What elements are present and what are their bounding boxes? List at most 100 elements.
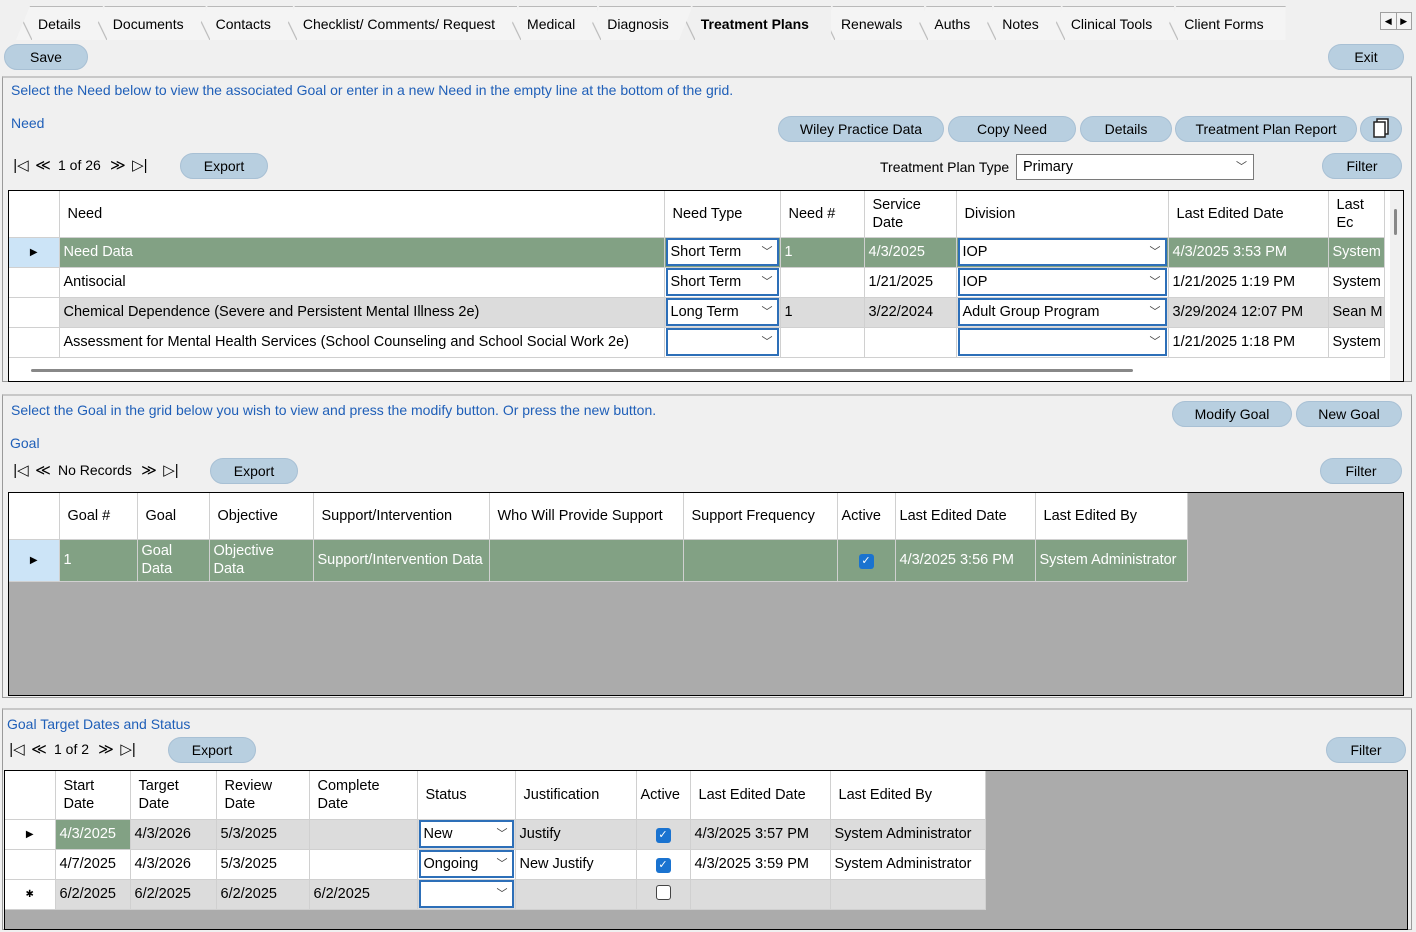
save-button[interactable]: Save [4,44,88,70]
col-last-edited-by[interactable]: Last Ec [1328,191,1385,238]
active-cell[interactable]: ✓ [636,849,691,880]
need-num-cell[interactable] [780,267,865,298]
chevron-down-icon[interactable]: ﹀ [762,330,773,354]
need-cell[interactable]: Need Data [59,237,665,268]
start-date-cell[interactable]: 6/2/2025 [55,879,131,910]
complete-date-cell[interactable] [309,849,418,880]
treatment-plan-report-button[interactable]: Treatment Plan Report [1175,116,1357,142]
col-start-date[interactable]: Start Date [55,771,131,820]
chevron-down-icon[interactable]: ﹀ [1150,330,1161,354]
exit-button[interactable]: Exit [1328,44,1404,70]
need-export-button[interactable]: Export [180,153,268,179]
tab-treatment-plans[interactable]: Treatment Plans [678,6,831,40]
col-review-date[interactable]: Review Date [216,771,310,820]
goal-num-cell[interactable]: 1 [59,539,138,582]
service-date-cell[interactable]: 3/22/2024 [864,297,957,328]
new-goal-button[interactable]: New Goal [1296,401,1402,427]
target-date-cell[interactable]: 4/3/2026 [130,849,217,880]
horizontal-scroll-thumb[interactable] [31,369,1133,372]
division-cell[interactable]: IOP ﹀ [956,267,1169,298]
chevron-down-icon[interactable]: ﹀ [762,300,773,324]
start-date-cell[interactable]: 4/7/2025 [55,849,131,880]
need-cell[interactable]: Antisocial [59,267,665,298]
need-num-cell[interactable]: 1 [780,237,865,268]
col-status[interactable]: Status [417,771,516,820]
table-row[interactable]: ▶ 4/3/2025 4/3/2026 5/3/2025 New ﹀ Justif… [5,819,986,850]
last-page-icon[interactable]: ▷| [160,461,182,479]
last-page-icon[interactable]: ▷| [129,156,151,174]
active-checkbox[interactable]: ✓ [655,857,671,873]
table-row[interactable]: Chemical Dependence (Severe and Persiste… [9,297,1385,328]
tab-clinical-tools[interactable]: Clinical Tools [1048,6,1175,40]
tab-scroll-right-icon[interactable]: ▶ [1397,13,1412,29]
col-need-type[interactable]: Need Type [664,191,781,238]
active-checkbox[interactable] [655,884,671,900]
table-row[interactable]: Antisocial Short Term ﹀ 1/21/2025 IOP ﹀ 1/… [9,267,1385,298]
col-last-edited-by[interactable]: Last Edited By [1035,493,1188,540]
chevron-down-icon[interactable]: ﹀ [1150,270,1161,294]
active-checkbox[interactable]: ✓ [858,553,874,569]
table-row[interactable]: ▶ 1 Goal Data Objective Data Support/Int… [9,539,1188,582]
chevron-down-icon[interactable]: ﹀ [1150,240,1161,264]
goal-filter-button[interactable]: Filter [1320,458,1402,484]
vertical-scroll-thumb[interactable] [1394,209,1397,235]
support-cell[interactable]: Support/Intervention Data [313,539,490,582]
complete-date-cell[interactable]: 6/2/2025 [309,879,418,910]
need-type-cell[interactable]: Long Term ﹀ [664,297,781,328]
col-last-edited-date[interactable]: Last Edited Date [690,771,831,820]
chevron-down-icon[interactable]: ﹀ [762,240,773,264]
division-cell[interactable]: Adult Group Program ﹀ [956,297,1169,328]
next-page-icon[interactable]: ≫ [138,461,160,479]
tab-checklist[interactable]: Checklist/ Comments/ Request [280,6,518,40]
need-num-cell[interactable]: 1 [780,297,865,328]
copy-document-button[interactable] [1360,116,1402,142]
complete-date-cell[interactable] [309,819,418,850]
col-last-edited-date[interactable]: Last Edited Date [1168,191,1329,238]
prev-page-icon[interactable]: ≪ [32,461,54,479]
frequency-cell[interactable] [683,539,838,582]
need-type-cell[interactable]: Short Term ﹀ [664,267,781,298]
first-page-icon[interactable]: |◁ [10,461,32,479]
goal-cell[interactable]: Goal Data [137,539,210,582]
need-cell[interactable]: Chemical Dependence (Severe and Persiste… [59,297,665,328]
row-selector-icon[interactable]: ▶ [9,237,60,268]
tab-notes[interactable]: Notes [980,6,1061,40]
first-page-icon[interactable]: |◁ [6,740,28,758]
table-row[interactable]: ▶ Need Data Short Term ﹀ 1 4/3/2025 IOP ﹀ … [9,237,1385,268]
new-row-icon[interactable]: ✱ [5,879,56,910]
tab-contacts[interactable]: Contacts [193,6,293,40]
who-cell[interactable] [489,539,684,582]
target-date-cell[interactable]: 4/3/2026 [130,819,217,850]
row-selector[interactable] [9,267,60,298]
active-cell[interactable] [636,879,691,910]
col-last-edited-by[interactable]: Last Edited By [830,771,986,820]
col-division[interactable]: Division [956,191,1169,238]
col-last-edited-date[interactable]: Last Edited Date [895,493,1036,540]
prev-page-icon[interactable]: ≪ [28,740,50,758]
objective-cell[interactable]: Objective Data [209,539,314,582]
plan-type-select[interactable]: Primary ﹀ [1016,154,1254,180]
status-cell[interactable]: ﹀ [417,879,516,910]
service-date-cell[interactable]: 1/21/2025 [864,267,957,298]
need-filter-button[interactable]: Filter [1322,153,1402,179]
status-cell[interactable]: Ongoing ﹀ [417,849,516,880]
review-date-cell[interactable]: 5/3/2025 [216,849,310,880]
col-goal[interactable]: Goal [137,493,210,540]
details-button[interactable]: Details [1080,116,1172,142]
active-cell[interactable]: ✓ [636,819,691,850]
col-goal-num[interactable]: Goal # [59,493,138,540]
goal-export-button[interactable]: Export [210,458,298,484]
next-page-icon[interactable]: ≫ [107,156,129,174]
tab-documents[interactable]: Documents [90,6,206,40]
col-target-date[interactable]: Target Date [130,771,217,820]
need-type-cell[interactable]: ﹀ [664,327,781,358]
col-active[interactable]: Active [837,493,896,540]
row-selector-icon[interactable]: ▶ [5,819,56,850]
row-selector-icon[interactable]: ▶ [9,539,60,582]
tab-client-forms[interactable]: Client Forms [1162,6,1286,40]
col-service-date[interactable]: Service Date [864,191,957,238]
row-selector[interactable] [5,849,56,880]
next-page-icon[interactable]: ≫ [95,740,117,758]
prev-page-icon[interactable]: ≪ [32,156,54,174]
review-date-cell[interactable]: 5/3/2025 [216,819,310,850]
